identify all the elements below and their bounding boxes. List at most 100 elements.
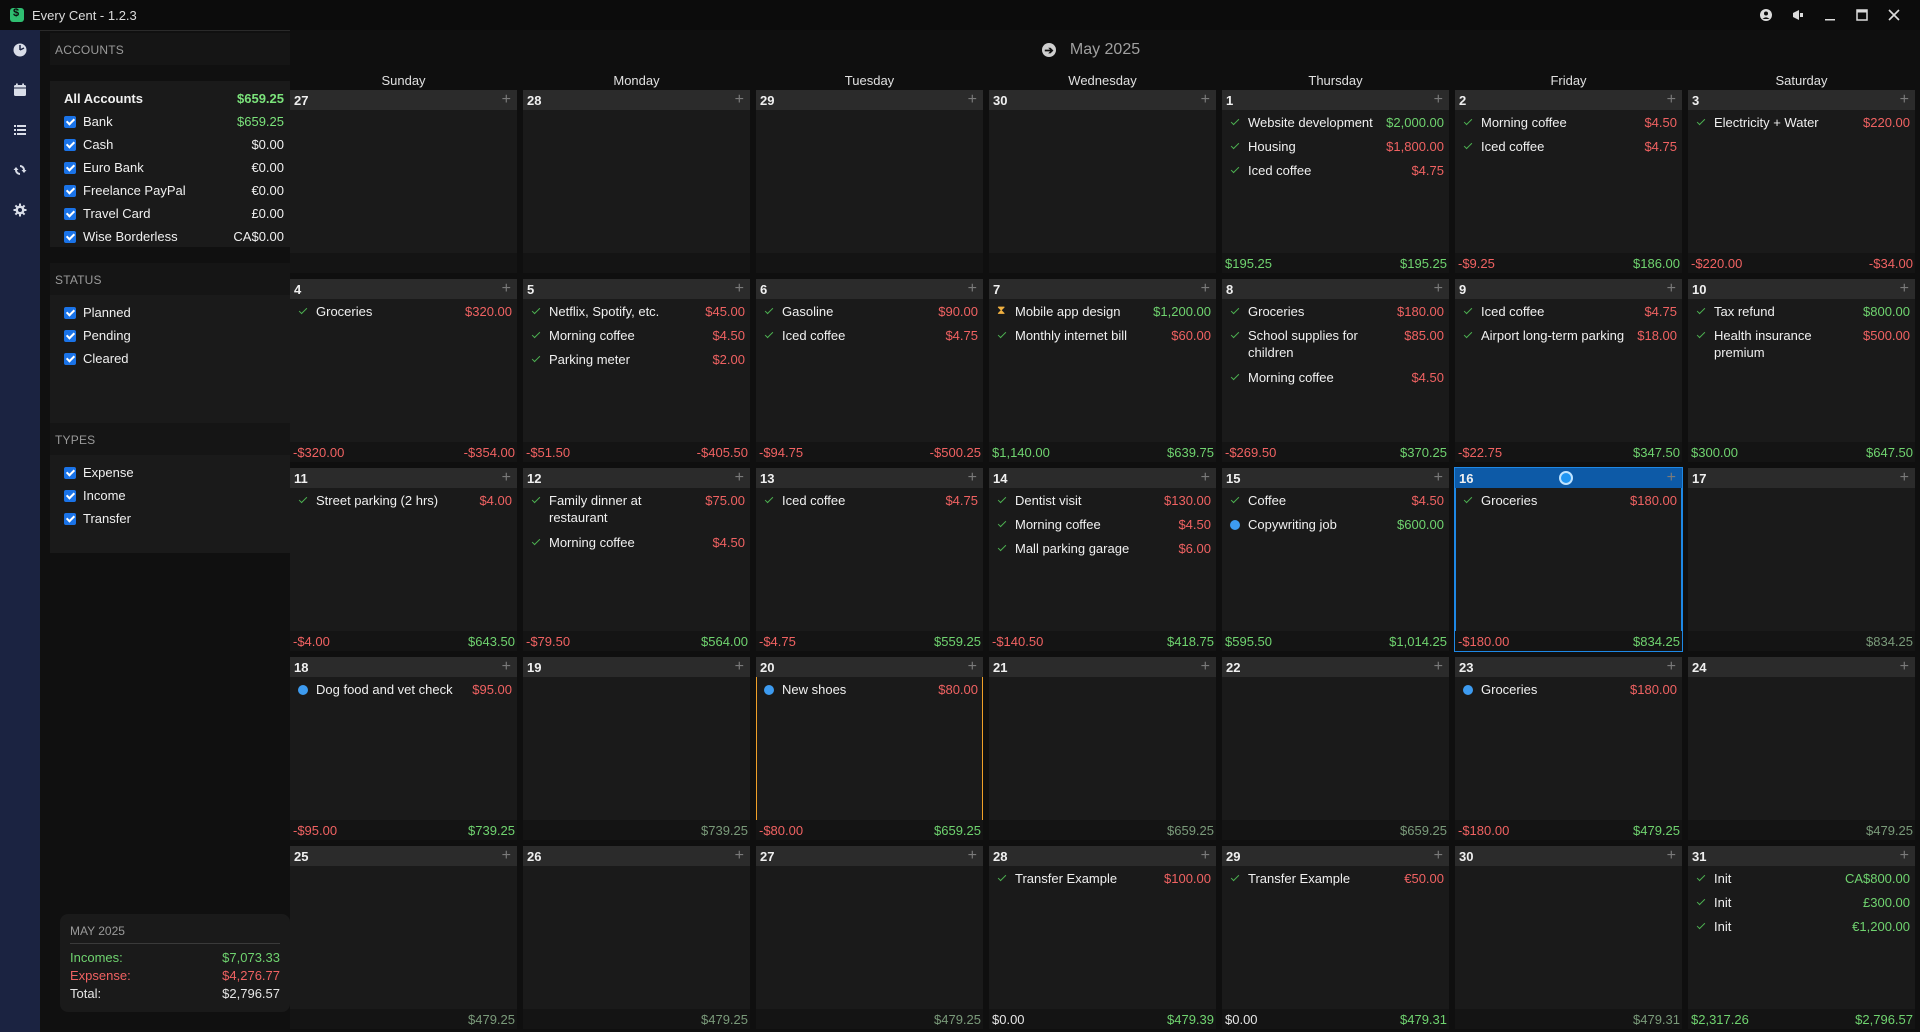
add-transaction-button[interactable]: + (1900, 469, 1909, 487)
transaction-item[interactable]: Parking meter $2.00 (523, 351, 750, 368)
day-cell[interactable]: 29 + Transfer Example €50.00 $0.00 $479.31 (1222, 846, 1449, 1029)
add-transaction-button[interactable]: + (1434, 91, 1443, 109)
add-transaction-button[interactable]: + (502, 280, 511, 298)
transaction-item[interactable]: Morning coffee $4.50 (523, 327, 750, 344)
transaction-item[interactable]: Transfer Example $100.00 (989, 870, 1216, 887)
all-accounts-row[interactable]: All Accounts $659.25 (50, 87, 290, 110)
day-cell[interactable]: 27 + $479.25 (756, 846, 983, 1029)
day-cell[interactable]: 28 + Transfer Example $100.00 $0.00 $479.39 (989, 846, 1216, 1029)
transaction-item[interactable]: Groceries $320.00 (290, 303, 517, 320)
sync-icon[interactable] (0, 150, 40, 190)
checkbox[interactable] (64, 512, 76, 525)
transaction-item[interactable]: Airport long-term parking $18.00 (1455, 327, 1682, 344)
transaction-item[interactable]: Dog food and vet check $95.00 (290, 681, 517, 698)
add-transaction-button[interactable]: + (1667, 91, 1676, 109)
day-cell[interactable]: 3 + Electricity + Water $220.00 -$220.00 -$34… (1688, 90, 1915, 273)
add-transaction-button[interactable]: + (502, 469, 511, 487)
status-filter-row[interactable]: Pending (50, 324, 290, 347)
transaction-item[interactable]: Housing $1,800.00 (1222, 138, 1449, 155)
day-cell[interactable]: 29 + (756, 90, 983, 273)
add-transaction-button[interactable]: + (1201, 91, 1210, 109)
day-cell[interactable]: 7+Mobile app design$1,200.00Monthly inte… (989, 279, 1216, 462)
calendar-icon[interactable] (0, 70, 40, 110)
transaction-item[interactable]: Groceries $180.00 (1455, 681, 1682, 698)
add-transaction-button[interactable]: + (1667, 280, 1676, 298)
checkbox[interactable] (64, 138, 76, 151)
account-row[interactable]: Cash $0.00 (50, 133, 290, 156)
add-transaction-button[interactable]: + (968, 847, 977, 865)
add-transaction-button[interactable]: + (1900, 280, 1909, 298)
day-cell[interactable]: 17 + $834.25 (1688, 468, 1915, 651)
add-transaction-button[interactable]: + (1900, 91, 1909, 109)
types-filter-row[interactable]: Transfer (50, 507, 290, 530)
types-filter-row[interactable]: Expense (50, 461, 290, 484)
checkbox[interactable] (64, 115, 76, 128)
minimize-icon[interactable] (1814, 0, 1846, 30)
transaction-item[interactable]: Family dinner at restaurant $75.00 (523, 492, 750, 526)
transaction-item[interactable]: Monthly internet bill $60.00 (989, 327, 1216, 344)
dashboard-icon[interactable] (0, 30, 40, 70)
add-transaction-button[interactable]: + (1900, 847, 1909, 865)
add-transaction-button[interactable]: + (735, 91, 744, 109)
add-transaction-button[interactable]: + (968, 658, 977, 676)
day-cell[interactable]: 15 + Coffee $4.50 Copywriting job $600.00 $595… (1222, 468, 1449, 651)
add-transaction-button[interactable]: + (1667, 469, 1676, 487)
transaction-item[interactable]: New shoes $80.00 (756, 681, 983, 698)
day-cell[interactable]: 27 + (290, 90, 517, 273)
transaction-item[interactable]: Init £300.00 (1688, 894, 1915, 911)
transaction-item[interactable]: Gasoline $90.00 (756, 303, 983, 320)
day-cell[interactable]: 22 + $659.25 (1222, 657, 1449, 840)
day-cell[interactable]: 16 + Groceries $180.00 -$180.00 $834.25 (1454, 467, 1683, 652)
day-cell[interactable]: 30 + (989, 90, 1216, 273)
maximize-icon[interactable] (1846, 0, 1878, 30)
day-cell[interactable]: 1 + Website development $2,000.00 Housing $1,… (1222, 90, 1449, 273)
transaction-item[interactable]: Iced coffee $4.75 (1222, 162, 1449, 179)
add-transaction-button[interactable]: + (502, 847, 511, 865)
add-transaction-button[interactable]: + (1434, 658, 1443, 676)
account-row[interactable]: Travel Card £0.00 (50, 202, 290, 225)
transaction-item[interactable]: Morning coffee $4.50 (989, 516, 1216, 533)
checkbox[interactable] (64, 466, 76, 479)
transaction-item[interactable]: Morning coffee $4.50 (523, 534, 750, 551)
transaction-item[interactable]: Iced coffee $4.75 (756, 492, 983, 509)
add-transaction-button[interactable]: + (1434, 469, 1443, 487)
add-transaction-button[interactable]: + (968, 469, 977, 487)
transaction-item[interactable]: Groceries $180.00 (1455, 492, 1682, 509)
add-transaction-button[interactable]: + (502, 658, 511, 676)
day-cell[interactable]: 9 + Iced coffee $4.75 Airport long-term park… (1455, 279, 1682, 462)
megaphone-icon[interactable] (1782, 0, 1814, 30)
add-transaction-button[interactable]: + (1434, 280, 1443, 298)
add-transaction-button[interactable]: + (968, 91, 977, 109)
transaction-item[interactable]: Transfer Example €50.00 (1222, 870, 1449, 887)
account-row[interactable]: Euro Bank €0.00 (50, 156, 290, 179)
account-row[interactable]: Bank $659.25 (50, 110, 290, 133)
transaction-item[interactable]: Copywriting job $600.00 (1222, 516, 1449, 533)
list-icon[interactable] (0, 110, 40, 150)
day-cell[interactable]: 18 + Dog food and vet check $95.00 -$95.00 $7… (290, 657, 517, 840)
add-transaction-button[interactable]: + (1201, 847, 1210, 865)
checkbox[interactable] (64, 306, 76, 319)
transaction-item[interactable]: Init CA$800.00 (1688, 870, 1915, 887)
add-transaction-button[interactable]: + (1201, 280, 1210, 298)
checkbox[interactable] (64, 230, 76, 243)
status-filter-row[interactable]: Planned (50, 301, 290, 324)
next-month-button[interactable]: ➔ (1042, 43, 1056, 57)
day-cell[interactable]: 30 + $479.31 (1455, 846, 1682, 1029)
transaction-item[interactable]: Mall parking garage $6.00 (989, 540, 1216, 557)
day-cell[interactable]: 31 + Init CA$800.00 Init £300.00 Init €1,200.00… (1688, 846, 1915, 1029)
account-row[interactable]: Wise Borderless CA$0.00 (50, 225, 290, 248)
transaction-item[interactable]: Groceries $180.00 (1222, 303, 1449, 320)
add-transaction-button[interactable]: + (1667, 658, 1676, 676)
checkbox[interactable] (64, 161, 76, 174)
day-cell[interactable]: 26 + $479.25 (523, 846, 750, 1029)
transaction-item[interactable]: Iced coffee $4.75 (1455, 138, 1682, 155)
transaction-item[interactable]: Iced coffee $4.75 (1455, 303, 1682, 320)
transaction-item[interactable]: Street parking (2 hrs) $4.00 (290, 492, 517, 509)
add-transaction-button[interactable]: + (735, 280, 744, 298)
day-cell[interactable]: 24 + $479.25 (1688, 657, 1915, 840)
checkbox[interactable] (64, 352, 76, 365)
day-cell[interactable]: 8 + Groceries $180.00 School supplies for ch… (1222, 279, 1449, 462)
day-cell[interactable]: 13 + Iced coffee $4.75 -$4.75 $559.25 (756, 468, 983, 651)
day-cell[interactable]: 6 + Gasoline $90.00 Iced coffee $4.75 -$94.75-… (756, 279, 983, 462)
add-transaction-button[interactable]: + (735, 847, 744, 865)
